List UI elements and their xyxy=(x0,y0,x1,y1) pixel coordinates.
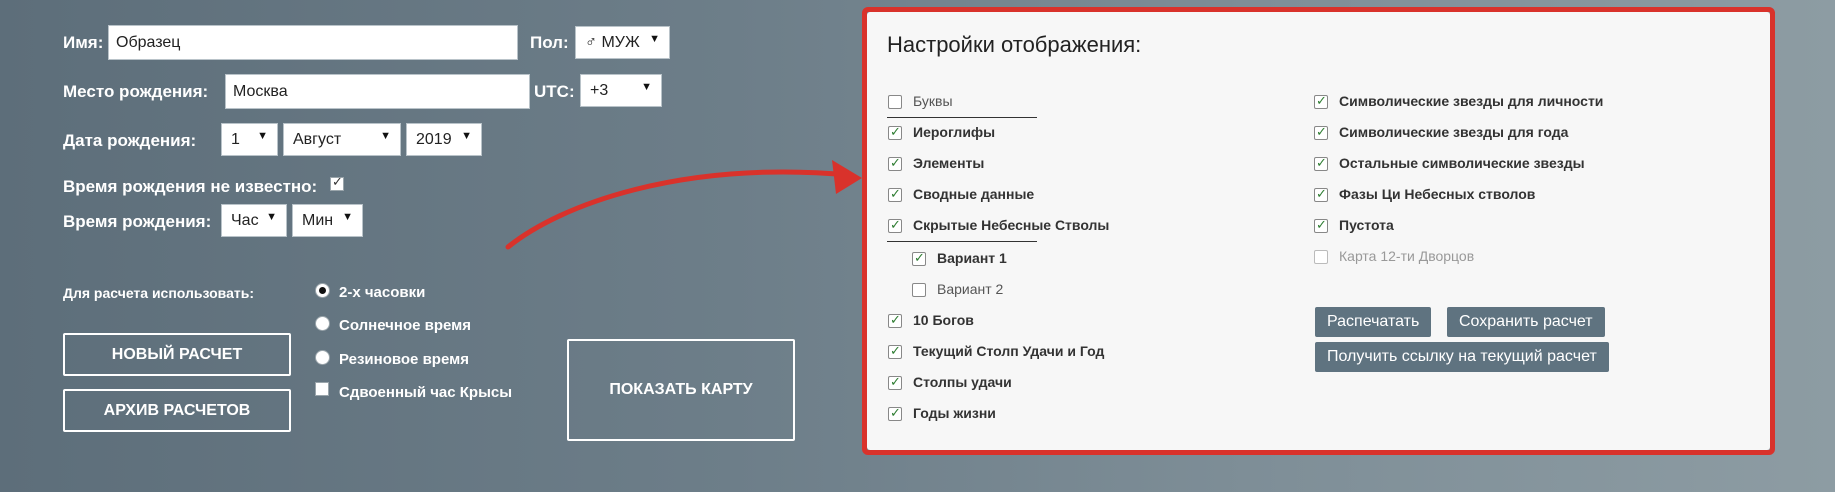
birthtime-label: Время рождения: xyxy=(63,212,212,231)
checkbox-summary[interactable] xyxy=(888,186,902,202)
hour-value: Час xyxy=(231,212,259,229)
checkbox-life-years[interactable] xyxy=(888,405,902,421)
divider xyxy=(887,241,1037,242)
checkbox-letters[interactable] xyxy=(888,95,902,109)
save-calc-button[interactable]: Сохранить расчет xyxy=(1447,307,1605,337)
settings-title: Настройки отображения: xyxy=(887,32,1142,57)
checkbox-stars-year-label: Символические звезды для года xyxy=(1339,124,1569,140)
day-value: 1 xyxy=(231,131,240,148)
gender-label: Пол: xyxy=(530,33,569,52)
birthplace-input[interactable]: Москва xyxy=(225,74,530,109)
archive-button[interactable]: АРХИВ РАСЧЕТОВ xyxy=(63,389,291,432)
birthplace-label: Место рождения: xyxy=(63,82,209,101)
minute-select[interactable]: Мин ▼ xyxy=(292,204,363,237)
chevron-down-icon: ▼ xyxy=(461,130,472,142)
chevron-down-icon: ▼ xyxy=(649,33,660,45)
checkbox-variant-1-label: Вариант 1 xyxy=(937,250,1007,266)
checkbox-luck-pillars[interactable] xyxy=(888,374,902,390)
checkbox-palaces-map-label: Карта 12-ти Дворцов xyxy=(1339,248,1475,264)
checkbox-palaces-map[interactable] xyxy=(1314,250,1328,264)
checkbox-current-pillar[interactable] xyxy=(888,343,902,359)
get-link-button[interactable]: Получить ссылку на текущий расчет xyxy=(1315,342,1609,372)
checkbox-hidden-stems[interactable] xyxy=(888,217,902,233)
checkbox-hieroglyphs-label: Иероглифы xyxy=(913,124,996,140)
month-value: Август xyxy=(293,131,342,148)
settings-panel: Настройки отображения: Буквы Иероглифы Э… xyxy=(867,12,1770,450)
year-select[interactable]: 2019 ▼ xyxy=(406,123,482,156)
gender-select[interactable]: ♂ МУЖ ▼ xyxy=(575,26,670,59)
chevron-down-icon: ▼ xyxy=(380,130,391,142)
checkbox-elements[interactable] xyxy=(888,155,902,171)
year-value: 2019 xyxy=(416,131,452,148)
checkbox-variant-2[interactable] xyxy=(912,283,926,297)
radio-two-hour[interactable] xyxy=(315,283,330,298)
checkbox-elements-label: Элементы xyxy=(913,155,985,171)
checkbox-life-years-label: Годы жизни xyxy=(913,405,996,421)
checkbox-summary-label: Сводные данные xyxy=(913,186,1035,202)
checkbox-ten-gods[interactable] xyxy=(888,312,902,328)
checkbox-letters-label: Буквы xyxy=(913,93,953,109)
checkbox-qi-phases[interactable] xyxy=(1314,186,1328,202)
checkbox-emptiness[interactable] xyxy=(1314,217,1328,233)
double-rat-checkbox[interactable] xyxy=(315,382,329,396)
new-calc-button[interactable]: НОВЫЙ РАСЧЕТ xyxy=(63,333,291,376)
radio-solar-time-label: Солнечное время xyxy=(339,317,471,334)
checkbox-stars-personality-label: Символические звезды для личности xyxy=(1339,93,1604,109)
calc-use-label: Для расчета использовать: xyxy=(63,285,254,301)
radio-rubber-time[interactable] xyxy=(315,350,330,365)
name-label: Имя: xyxy=(63,33,104,52)
checkbox-stars-year[interactable] xyxy=(1314,124,1328,140)
check-icon: ✓ xyxy=(332,174,343,189)
radio-two-hour-label: 2-х часовки xyxy=(339,284,426,301)
chevron-down-icon: ▼ xyxy=(257,130,268,142)
checkbox-stars-other-label: Остальные символические звезды xyxy=(1339,155,1585,171)
radio-rubber-time-label: Резиновое время xyxy=(339,351,469,368)
name-input[interactable]: Образец xyxy=(108,25,518,60)
chevron-down-icon: ▼ xyxy=(342,211,353,223)
hour-select[interactable]: Час ▼ xyxy=(221,204,287,237)
utc-value: +3 xyxy=(590,82,609,99)
checkbox-variant-2-label: Вариант 2 xyxy=(937,281,1004,297)
checkbox-emptiness-label: Пустота xyxy=(1339,217,1394,233)
arrow-annotation xyxy=(505,160,862,250)
checkbox-hieroglyphs[interactable] xyxy=(888,124,902,140)
time-unknown-checkbox[interactable]: ✓ xyxy=(330,174,344,191)
checkbox-hidden-stems-label: Скрытые Небесные Стволы xyxy=(913,217,1110,233)
time-unknown-label: Время рождения не известно: xyxy=(63,177,318,196)
gender-value: ♂ МУЖ xyxy=(585,34,640,51)
utc-select[interactable]: +3 ▼ xyxy=(580,74,662,107)
chevron-down-icon: ▼ xyxy=(641,81,652,93)
checkbox-qi-phases-label: Фазы Ци Небесных стволов xyxy=(1339,186,1536,202)
show-map-button[interactable]: ПОКАЗАТЬ КАРТУ xyxy=(567,339,795,441)
month-select[interactable]: Август ▼ xyxy=(283,123,401,156)
checkbox-stars-personality[interactable] xyxy=(1314,93,1328,109)
checkbox-current-pillar-label: Текущий Столп Удачи и Год xyxy=(913,343,1105,359)
chevron-down-icon: ▼ xyxy=(266,211,277,223)
checkbox-stars-other[interactable] xyxy=(1314,155,1328,171)
minute-value: Мин xyxy=(302,212,334,229)
checkbox-ten-gods-label: 10 Богов xyxy=(913,312,974,328)
double-rat-label: Сдвоенный час Крысы xyxy=(339,384,513,401)
utc-label: UTC: xyxy=(534,82,575,101)
print-button[interactable]: Распечатать xyxy=(1315,307,1432,337)
radio-solar-time[interactable] xyxy=(315,316,330,331)
checkbox-variant-1[interactable] xyxy=(912,250,926,266)
divider xyxy=(887,117,1037,118)
day-select[interactable]: 1 ▼ xyxy=(221,123,278,156)
checkbox-luck-pillars-label: Столпы удачи xyxy=(913,374,1012,390)
birthdate-label: Дата рождения: xyxy=(63,131,197,150)
